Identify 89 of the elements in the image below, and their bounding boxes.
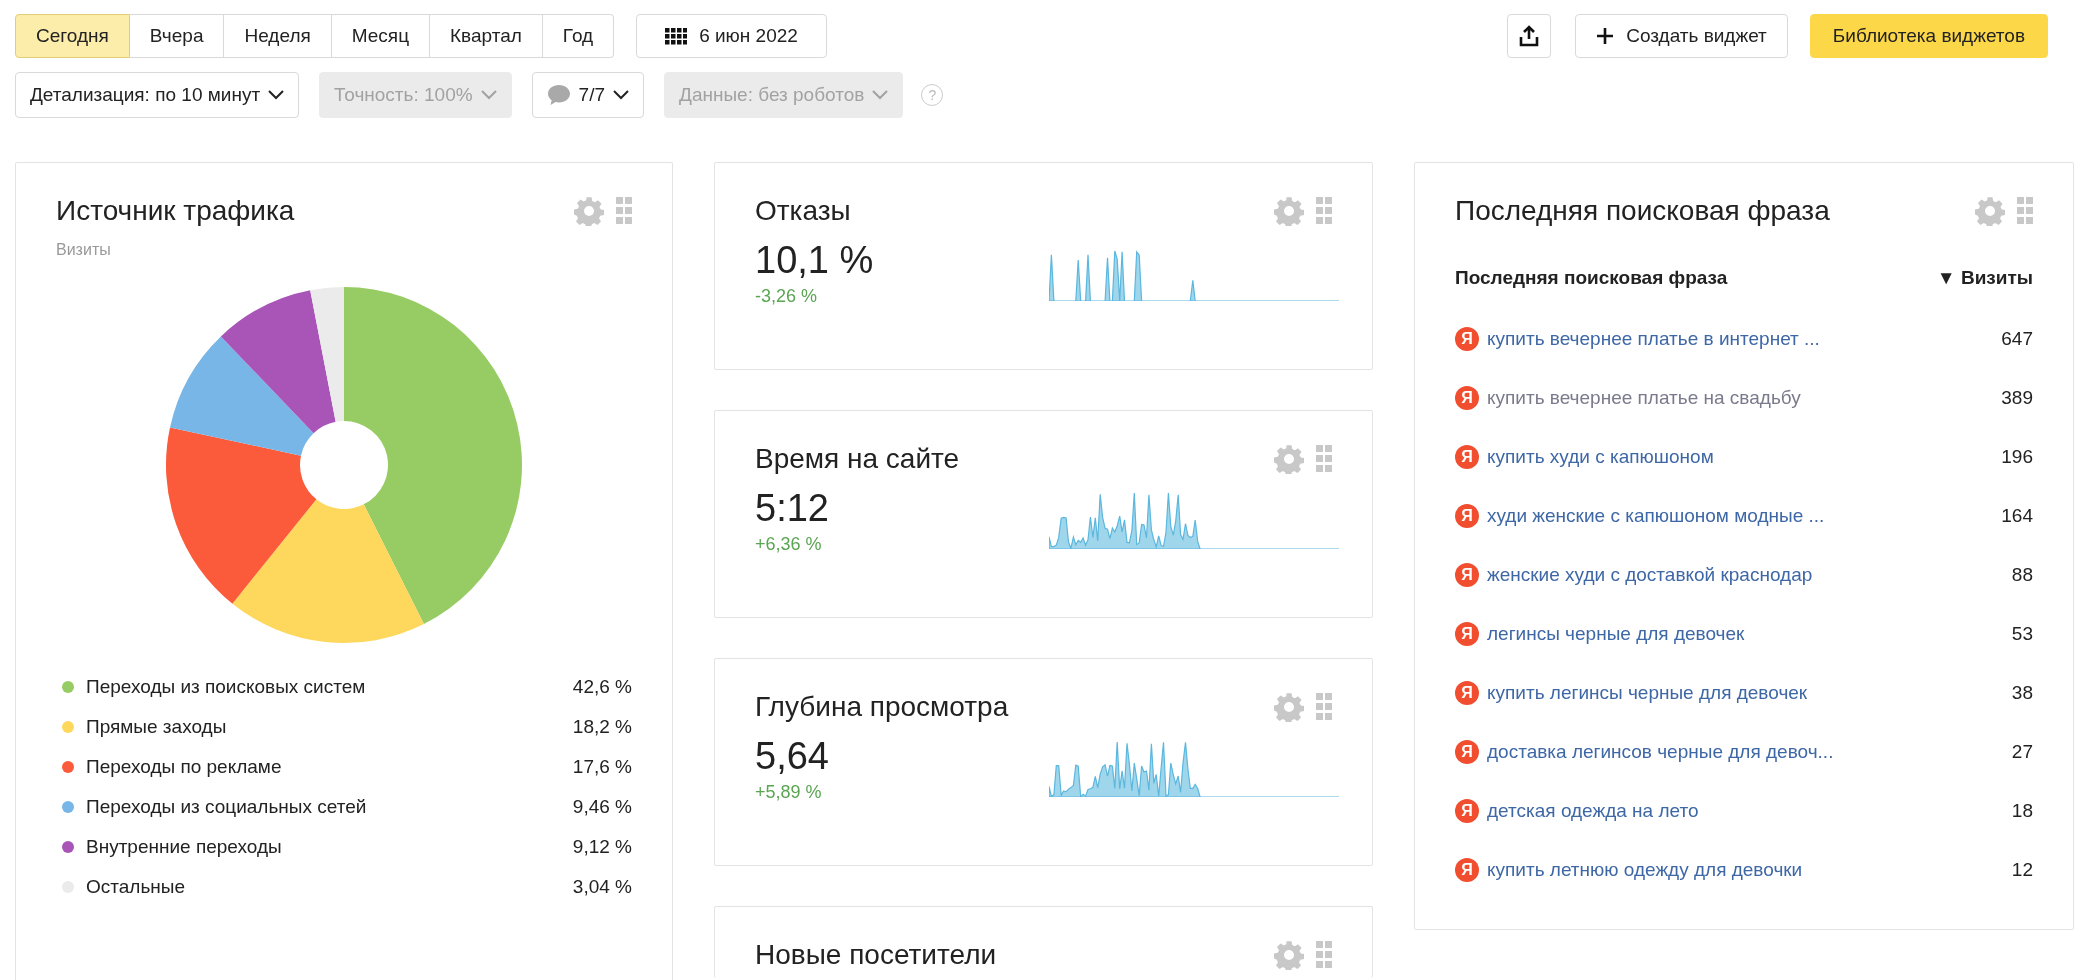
legend-label: Внутренние переходы bbox=[86, 836, 283, 858]
settings-icon[interactable] bbox=[1274, 444, 1304, 474]
settings-icon[interactable] bbox=[574, 196, 604, 226]
legend-label: Переходы из поисковых систем bbox=[86, 676, 367, 698]
metric-change: +6,36 % bbox=[755, 534, 823, 555]
visits-count: 647 bbox=[2001, 327, 2033, 350]
legend-value: 17,6 % bbox=[572, 756, 632, 778]
drag-handle-icon[interactable] bbox=[1316, 693, 1332, 721]
drag-handle-icon[interactable] bbox=[1316, 197, 1332, 225]
search-engine-icon: Я bbox=[1455, 444, 1479, 469]
widget-title: Последняя поисковая фраза bbox=[1455, 195, 1831, 227]
visits-count: 18 bbox=[2011, 799, 2033, 822]
search-engine-icon: Я bbox=[1455, 857, 1479, 882]
widget-title: Глубина просмотра bbox=[755, 691, 1010, 723]
period-tab[interactable]: Вчера bbox=[129, 14, 225, 58]
search-phrase-link[interactable]: купить вечернее платье в интернет ... bbox=[1487, 327, 2002, 350]
visits-count: 27 bbox=[2011, 740, 2033, 763]
legend-value: 9,46 % bbox=[572, 796, 632, 818]
metric-value: 5:12 bbox=[755, 487, 830, 530]
legend-value: 9,12 % bbox=[572, 836, 632, 858]
search-phrase-link[interactable]: купить легинсы черные для девочек bbox=[1487, 681, 2012, 704]
settings-icon[interactable] bbox=[1975, 196, 2005, 226]
create-widget-button[interactable]: Создать виджет bbox=[1575, 14, 1788, 58]
search-engine-icon: Я bbox=[1455, 621, 1479, 646]
search-phrase-link[interactable]: худи женские с капюшоном модные ... bbox=[1487, 504, 2002, 527]
legend-value: 42,6 % bbox=[572, 676, 632, 698]
legend-value: 18,2 % bbox=[572, 716, 632, 738]
search-phrase-link[interactable]: купить летнюю одежду для девочки bbox=[1487, 858, 2012, 881]
search-phrase-link[interactable]: легинсы черные для девочек bbox=[1487, 622, 2012, 645]
drag-handle-icon[interactable] bbox=[1316, 941, 1332, 969]
caret-icon bbox=[613, 90, 629, 100]
period-tab[interactable]: Квартал bbox=[430, 14, 543, 58]
search-engine-icon: Я bbox=[1455, 503, 1479, 528]
search-phrase-link[interactable]: купить вечернее платье на свадьбу bbox=[1487, 386, 2002, 409]
settings-icon[interactable] bbox=[1274, 692, 1304, 722]
column-header[interactable]: ▼ Визиты bbox=[1936, 267, 2033, 289]
search-engine-icon: Я bbox=[1455, 739, 1479, 764]
visits-count: 164 bbox=[2001, 504, 2033, 527]
visits-count: 12 bbox=[2011, 858, 2033, 881]
widget-title: Время на сайте bbox=[755, 443, 961, 475]
search-engine-icon: Я bbox=[1455, 562, 1479, 587]
plus-icon bbox=[1596, 27, 1615, 45]
search-engine-icon: Я bbox=[1455, 798, 1479, 823]
widget-title: Отказы bbox=[755, 195, 852, 227]
segments-dropdown[interactable]: 7/7 bbox=[531, 72, 644, 118]
drag-handle-icon[interactable] bbox=[616, 197, 632, 225]
legend-label: Переходы по рекламе bbox=[86, 756, 283, 778]
column-header[interactable]: Последняя поисковая фраза bbox=[1455, 267, 1937, 289]
caret-icon bbox=[268, 90, 285, 100]
filter-dropdown[interactable]: Детализация: по 10 минут bbox=[15, 72, 300, 118]
widget-title: Новые посетители bbox=[755, 939, 998, 971]
search-phrase-link[interactable]: детская одежда на лето bbox=[1487, 799, 2012, 822]
chat-bubble-icon bbox=[546, 84, 571, 106]
share-icon bbox=[1519, 25, 1540, 47]
visits-count: 88 bbox=[2011, 563, 2033, 586]
visits-count: 53 bbox=[2011, 622, 2033, 645]
search-phrase-link[interactable]: женские худи с доставкой краснодар bbox=[1487, 563, 2012, 586]
settings-icon[interactable] bbox=[1274, 940, 1304, 970]
period-tab[interactable]: Неделя bbox=[224, 14, 332, 58]
drag-handle-icon[interactable] bbox=[1316, 445, 1332, 473]
legend-label: Переходы из социальных сетей bbox=[86, 796, 368, 818]
widget-subtitle: Визиты bbox=[56, 241, 112, 259]
legend-label: Остальные bbox=[86, 876, 187, 898]
caret-icon bbox=[872, 90, 889, 100]
calendar-icon bbox=[665, 27, 688, 45]
period-tab[interactable]: Месяц bbox=[331, 14, 431, 58]
metric-change: +5,89 % bbox=[755, 782, 823, 803]
visits-count: 196 bbox=[2001, 445, 2033, 468]
search-engine-icon: Я bbox=[1455, 680, 1479, 705]
legend-value: 3,04 % bbox=[572, 876, 632, 898]
visits-count: 38 bbox=[2011, 681, 2033, 704]
visits-count: 389 bbox=[2001, 386, 2033, 409]
metric-value: 10,1 % bbox=[755, 239, 875, 282]
metric-change: -3,26 % bbox=[755, 286, 819, 307]
metric-value: 5,64 bbox=[755, 735, 830, 778]
widget-library-button[interactable]: Библиотека виджетов bbox=[1809, 14, 2048, 58]
search-phrase-link[interactable]: купить худи с капюшоном bbox=[1487, 445, 2002, 468]
search-engine-icon: Я bbox=[1455, 326, 1479, 351]
settings-icon[interactable] bbox=[1274, 196, 1304, 226]
search-engine-icon: Я bbox=[1455, 385, 1479, 410]
legend-label: Прямые заходы bbox=[86, 716, 228, 738]
drag-handle-icon[interactable] bbox=[2017, 197, 2033, 225]
period-tab[interactable]: Сегодня bbox=[15, 14, 130, 58]
share-button[interactable] bbox=[1507, 14, 1552, 58]
search-phrase-link[interactable]: доставка легинсов черные для девоч... bbox=[1487, 740, 2012, 763]
date-picker-button[interactable]: 6 июн 2022 bbox=[636, 14, 827, 58]
caret-icon bbox=[480, 90, 497, 100]
period-tab[interactable]: Год bbox=[542, 14, 615, 58]
widget-title: Источник трафика bbox=[56, 195, 296, 227]
